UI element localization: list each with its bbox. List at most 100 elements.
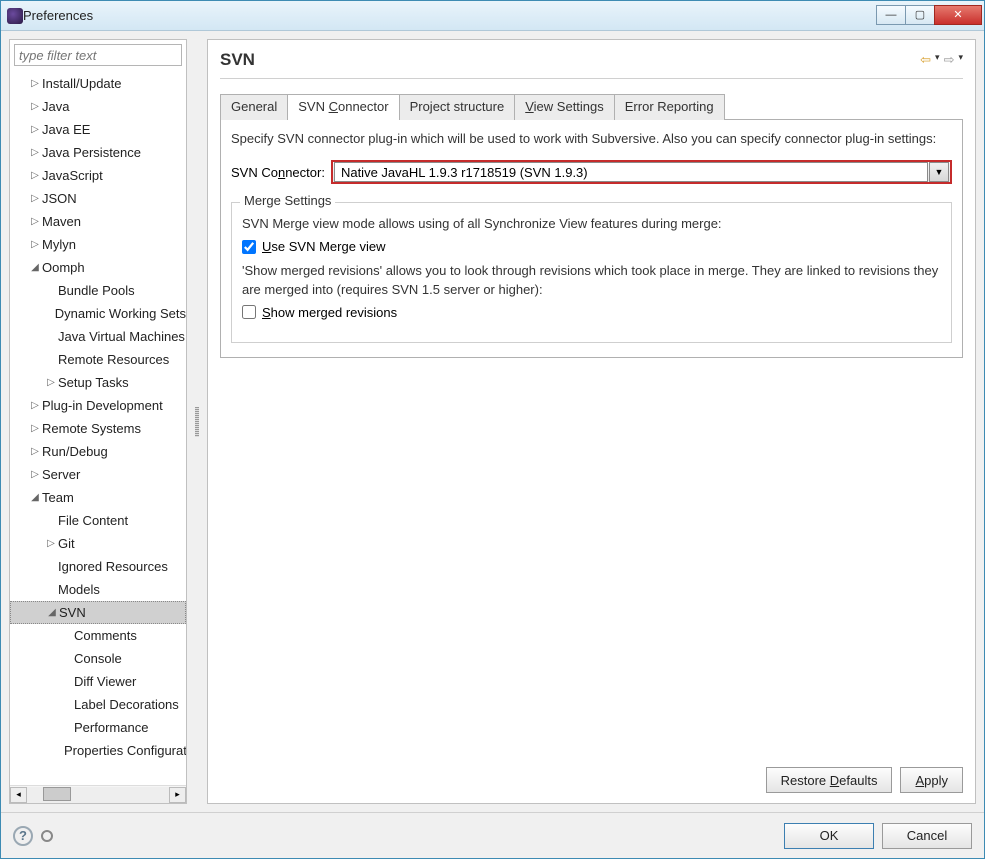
scroll-thumb[interactable] [43,787,71,801]
maximize-button[interactable]: ▢ [905,5,935,25]
tree-item[interactable]: Performance [10,716,186,739]
show-merged-revisions-label: Show merged revisions [262,305,397,320]
tree-item-label: File Content [58,513,128,528]
restore-defaults-button[interactable]: Restore Defaults [766,767,893,793]
tree-item-label: Team [42,490,74,505]
tab-view-settings[interactable]: View Settings [514,94,615,120]
show-merged-revisions-input[interactable] [242,305,256,319]
tree-item-label: Server [42,467,80,482]
twisty-icon[interactable]: ◢ [47,607,57,618]
preferences-tree[interactable]: ▷Install/Update▷Java▷Java EE▷Java Persis… [10,70,186,785]
close-button[interactable] [934,5,982,25]
eclipse-icon [7,8,23,24]
tree-item[interactable]: Remote Resources [10,348,186,371]
connector-panel: Specify SVN connector plug-in which will… [220,119,963,358]
twisty-icon[interactable]: ▷ [30,124,40,135]
tree-hscroll[interactable]: ◂ ▸ [10,785,186,803]
tree-item-label: Properties Configuration [64,743,186,758]
tree-item[interactable]: Label Decorations [10,693,186,716]
use-merge-view-input[interactable] [242,240,256,254]
twisty-icon[interactable]: ▷ [30,446,40,457]
twisty-icon[interactable]: ▷ [30,193,40,204]
tree-item[interactable]: ▷Run/Debug [10,440,186,463]
twisty-icon[interactable]: ▷ [30,147,40,158]
use-merge-view-label: Use SVN Merge view [262,239,386,254]
twisty-icon[interactable]: ▷ [46,377,56,388]
forward-menu-icon[interactable]: ▾ [958,52,963,68]
twisty-icon[interactable]: ▷ [30,101,40,112]
tree-item[interactable]: Comments [10,624,186,647]
tree-item-label: Plug-in Development [42,398,163,413]
twisty-icon[interactable]: ▷ [30,469,40,480]
tree-item-label: Run/Debug [42,444,108,459]
tree-item[interactable]: Java Virtual Machines [10,325,186,348]
twisty-icon[interactable]: ▷ [30,78,40,89]
use-merge-view-checkbox[interactable]: Use SVN Merge view [242,239,941,254]
twisty-icon[interactable]: ▷ [30,170,40,181]
twisty-icon[interactable]: ▷ [46,538,56,549]
tree-item-label: Dynamic Working Sets [55,306,186,321]
filter-box [14,44,182,66]
filter-input[interactable] [14,44,182,66]
tree-item[interactable]: ▷Remote Systems [10,417,186,440]
tree-item-label: Maven [42,214,81,229]
cancel-button[interactable]: Cancel [882,823,972,849]
tree-item[interactable]: ◢Oomph [10,256,186,279]
tree-item[interactable]: ▷Server [10,463,186,486]
twisty-icon[interactable]: ▷ [30,216,40,227]
tree-item[interactable]: ▷Plug-in Development [10,394,186,417]
tree-item[interactable]: Console [10,647,186,670]
twisty-icon[interactable]: ▷ [30,400,40,411]
tree-item[interactable]: ▷Java [10,95,186,118]
twisty-icon[interactable]: ◢ [30,492,40,503]
tree-item[interactable]: ◢SVN [10,601,186,624]
twisty-icon[interactable]: ▷ [30,423,40,434]
tab-general[interactable]: General [220,94,288,120]
forward-icon[interactable]: ⇨ [944,52,955,68]
page-header: SVN ⇦▾ ⇨▾ [220,50,963,79]
ok-button[interactable]: OK [784,823,874,849]
panel-description: Specify SVN connector plug-in which will… [231,130,952,148]
back-menu-icon[interactable]: ▾ [935,52,940,68]
twisty-icon[interactable]: ◢ [30,262,40,273]
tree-item[interactable]: ▷Java EE [10,118,186,141]
twisty-icon[interactable]: ▷ [30,239,40,250]
preferences-window: Preferences — ▢ ▷Install/Update▷Java▷Jav… [0,0,985,859]
tree-item[interactable]: ▷Git [10,532,186,555]
tree-item[interactable]: File Content [10,509,186,532]
tree-item[interactable]: ▷JSON [10,187,186,210]
connector-combo[interactable]: Native JavaHL 1.9.3 r1718519 (SVN 1.9.3)… [331,160,952,184]
minimize-button[interactable]: — [876,5,906,25]
tree-item[interactable]: ▷Java Persistence [10,141,186,164]
sash-handle[interactable] [193,39,201,804]
main-panel: SVN ⇦▾ ⇨▾ General SVN Connector Project … [207,39,976,804]
show-merged-revisions-checkbox[interactable]: Show merged revisions [242,305,941,320]
tree-item[interactable]: ▷Setup Tasks [10,371,186,394]
tree-item-label: Remote Systems [42,421,141,436]
tree-item[interactable]: ▷Maven [10,210,186,233]
tree-item[interactable]: Diff Viewer [10,670,186,693]
tree-item[interactable]: Properties Configuration [10,739,186,762]
chevron-down-icon[interactable]: ▼ [929,162,949,182]
tab-error-reporting[interactable]: Error Reporting [614,94,725,120]
tree-item[interactable]: Dynamic Working Sets [10,302,186,325]
tree-item-label: Diff Viewer [74,674,136,689]
back-icon[interactable]: ⇦ [920,52,931,68]
scroll-right-icon[interactable]: ▸ [169,787,186,803]
tree-item[interactable]: Ignored Resources [10,555,186,578]
tree-item[interactable]: ▷Mylyn [10,233,186,256]
help-icon[interactable]: ? [13,826,33,846]
tree-item-label: JavaScript [42,168,103,183]
tree-item-label: Models [58,582,100,597]
tree-item[interactable]: ◢Team [10,486,186,509]
tree-item[interactable]: Models [10,578,186,601]
apply-button[interactable]: Apply [900,767,963,793]
tree-item[interactable]: ▷JavaScript [10,164,186,187]
scroll-left-icon[interactable]: ◂ [10,787,27,803]
tab-svn-connector[interactable]: SVN Connector [287,94,399,120]
tab-project-structure[interactable]: Project structure [399,94,516,120]
tree-item[interactable]: Bundle Pools [10,279,186,302]
connector-value: Native JavaHL 1.9.3 r1718519 (SVN 1.9.3) [334,162,928,182]
tree-item[interactable]: ▷Install/Update [10,72,186,95]
window-buttons: — ▢ [877,5,982,27]
